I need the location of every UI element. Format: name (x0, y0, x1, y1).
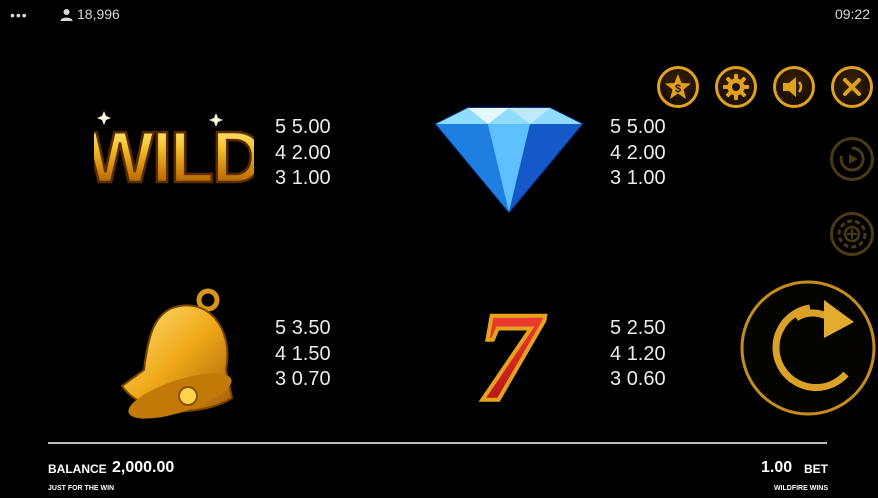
bet-value: 1.00 (761, 459, 793, 476)
paytable-bell: 5 3.50 4 1.50 3 0.70 (275, 316, 331, 393)
payout-row: 4 1.20 (610, 342, 666, 365)
bell-symbol (114, 286, 238, 420)
left-caption: JUST FOR THE WIN (48, 485, 115, 492)
payout-row: 3 1.00 (275, 167, 331, 189)
payout-row: 4 1.50 (275, 342, 331, 365)
settings-button[interactable] (715, 66, 757, 108)
payout-row: 3 0.70 (275, 368, 331, 390)
paytable-button[interactable]: $ (657, 66, 699, 108)
user-icon (60, 8, 73, 21)
autoplay-button[interactable] (830, 137, 874, 181)
right-caption: WILDFIRE WINS (773, 485, 828, 492)
chip-icon (837, 219, 867, 249)
star-coin-icon: $ (665, 74, 691, 99)
seven-symbol: 7 (450, 284, 568, 430)
paytable-seven: 5 2.50 4 1.20 3 0.60 (610, 316, 666, 393)
payout-row: 5 5.00 (275, 116, 331, 138)
payout-row: 5 2.50 (610, 317, 666, 339)
payout-row: 5 3.50 (275, 317, 331, 339)
spin-button[interactable] (738, 278, 878, 418)
status-bar: ••• 18,996 09:22 (0, 0, 878, 28)
balance-value: 2,000.00 (112, 459, 175, 476)
wild-symbol: WILD (85, 108, 265, 199)
svg-text:$: $ (675, 83, 681, 95)
payout-row: 4 2.00 (610, 141, 666, 164)
payout-row: 5 5.00 (610, 116, 666, 138)
clock: 09:22 (834, 6, 870, 22)
gear-icon (723, 74, 749, 100)
payout-row: 4 2.00 (275, 141, 331, 164)
payout-row: 3 1.00 (610, 167, 666, 189)
balance-label: BALANCE (48, 462, 107, 476)
paytable-diamond: 5 5.00 4 2.00 3 1.00 (610, 115, 666, 192)
close-icon (843, 78, 861, 96)
bet-chip-button[interactable] (830, 212, 874, 256)
close-button[interactable] (831, 66, 873, 108)
paytable-wild: 5 5.00 4 2.00 3 1.00 (275, 115, 331, 192)
autoplay-icon (839, 146, 865, 172)
bet-label: BET (804, 462, 828, 476)
menu-dots-icon[interactable]: ••• (10, 7, 28, 23)
footer-divider (48, 442, 827, 444)
diamond-symbol (432, 106, 586, 214)
wild-text: WILD (94, 118, 254, 192)
seven-text: 7 (477, 296, 546, 408)
spin-arrow-icon (740, 280, 876, 416)
sound-button[interactable] (773, 66, 815, 108)
player-count: 18,996 (60, 6, 120, 22)
speaker-icon (783, 77, 803, 97)
player-count-value: 18,996 (77, 6, 120, 22)
payout-row: 3 0.60 (610, 368, 666, 390)
